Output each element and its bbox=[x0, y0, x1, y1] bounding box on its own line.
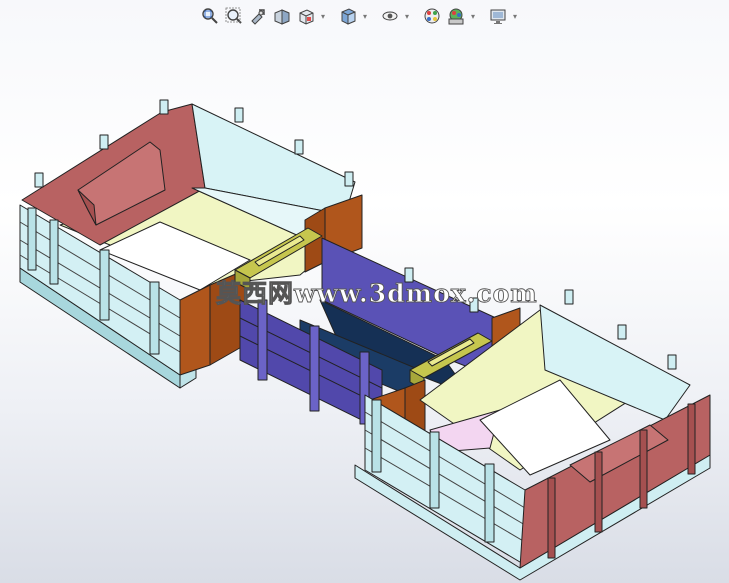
hide-show-items-menu-arrow[interactable]: ▾ bbox=[403, 5, 411, 27]
graphics-viewport[interactable]: 莫西网www.3dmox.com ▾ ▾ ▾ ▾ ▾ bbox=[0, 0, 729, 583]
view-orientation-icon[interactable] bbox=[295, 5, 317, 27]
display-style-icon[interactable] bbox=[337, 5, 359, 27]
heads-up-view-toolbar: ▾ ▾ ▾ ▾ ▾ bbox=[199, 4, 519, 28]
apply-scene-menu-arrow[interactable]: ▾ bbox=[469, 5, 477, 27]
3d-model-view[interactable]: 莫西网www.3dmox.com bbox=[0, 0, 729, 583]
previous-view-icon[interactable] bbox=[247, 5, 269, 27]
zoom-to-fit-icon[interactable] bbox=[199, 5, 221, 27]
zoom-to-area-icon[interactable] bbox=[223, 5, 245, 27]
edit-appearance-icon[interactable] bbox=[421, 5, 443, 27]
display-style-menu-arrow[interactable]: ▾ bbox=[361, 5, 369, 27]
apply-scene-icon[interactable] bbox=[445, 5, 467, 27]
hide-show-items-icon[interactable] bbox=[379, 5, 401, 27]
view-settings-menu-arrow[interactable]: ▾ bbox=[511, 5, 519, 27]
view-settings-icon[interactable] bbox=[487, 5, 509, 27]
section-view-icon[interactable] bbox=[271, 5, 293, 27]
left-orange-end bbox=[179, 284, 211, 376]
view-orientation-menu-arrow[interactable]: ▾ bbox=[319, 5, 327, 27]
watermark-text: 莫西网www.3dmox.com bbox=[216, 279, 538, 308]
